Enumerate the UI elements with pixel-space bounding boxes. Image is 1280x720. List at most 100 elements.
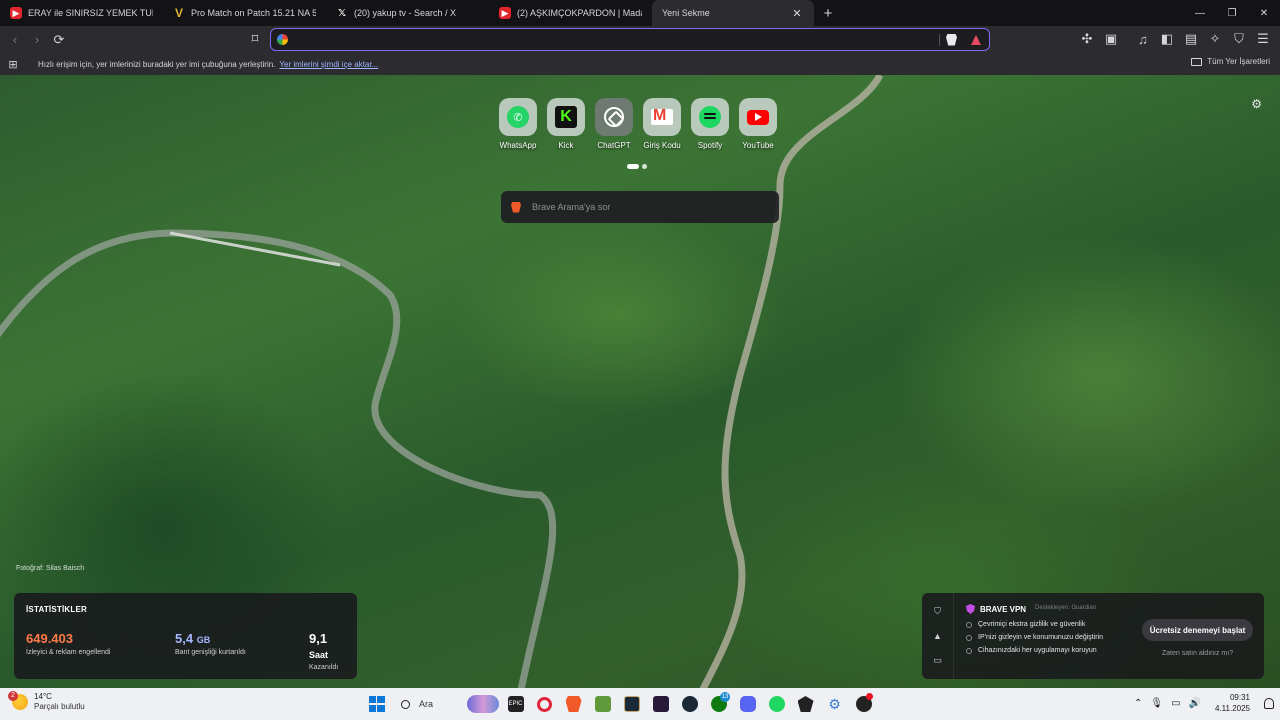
tab-new-tab[interactable]: Yeni Sekme ✕ (652, 0, 814, 26)
tab-pro-match[interactable]: V Pro Match on Patch 15.21 NA 54010 (163, 0, 326, 26)
shortcut-label: ChatGPT (597, 141, 631, 150)
tab-askim[interactable]: ▶ (2) AŞKIMÇOKPARDON | Madara Old (489, 0, 652, 26)
media-icon[interactable]: ♫ (1132, 28, 1154, 50)
microphone-icon[interactable]: 🎙 (1150, 698, 1163, 709)
bookmark-icon[interactable]: ⌑ (244, 28, 266, 50)
search-highlight-icon (467, 695, 499, 713)
stat-time: 9,1 Saat Kazanıldı (309, 631, 348, 671)
vpn-feature-text: Cihazınızdaki her uygulamayı koruyun (978, 647, 1097, 654)
import-bookmarks-link[interactable]: Yer imlerini şimdi içe aktar... (279, 60, 378, 69)
brave-icon[interactable] (561, 692, 586, 716)
address-bar[interactable] (270, 28, 990, 51)
folder-icon (1191, 57, 1203, 66)
menu-icon[interactable]: ☰ (1252, 28, 1274, 50)
brave-logo-icon (511, 201, 521, 213)
discord-icon[interactable] (735, 692, 760, 716)
shortcut-spotify[interactable]: Spotify (691, 98, 729, 150)
tab-title: ERAY ile SINIRSIZ YEMEK TURU! @er (28, 8, 153, 18)
wallet-icon[interactable]: ▤ (1180, 28, 1202, 50)
minecraft-icon[interactable] (590, 692, 615, 716)
weather-widget[interactable]: 2 14°C Parçalı bulutlu (8, 690, 85, 711)
stat-bandwidth-label: Bant genişliği kurtarıldı (175, 649, 246, 656)
taskbar-search-label: Ara (419, 699, 434, 709)
check-icon (966, 647, 972, 654)
address-input[interactable] (296, 33, 933, 46)
brave-rewards-icon[interactable] (971, 34, 981, 45)
vpn-shield-icon[interactable]: ⛉ (934, 606, 941, 617)
obs-icon[interactable] (851, 692, 876, 716)
bookmarks-bar: ⊞ Hızlı erişim için, yer imlerinizi bura… (0, 53, 1280, 75)
shortcut-label: YouTube (742, 141, 774, 150)
restore-icon[interactable]: ❐ (1216, 0, 1248, 26)
new-tab-page: ⚙ ✆ WhatsApp K Kick ChatGPT Giriş Kodu S… (0, 75, 1280, 688)
epic-games-icon[interactable]: EPIC (503, 692, 528, 716)
new-tab-button[interactable]: + (814, 0, 842, 26)
pager-dot-active[interactable] (627, 164, 639, 169)
forward-button[interactable]: › (26, 29, 48, 51)
shortcut-gmail[interactable]: Giriş Kodu (643, 98, 681, 150)
apps-grid-icon[interactable]: ⊞ (0, 58, 26, 71)
whatsapp-icon: ✆ (507, 106, 529, 128)
stat-time-unit: Saat (309, 650, 329, 660)
xbox-icon[interactable]: 13 (706, 692, 731, 716)
brave-shields-icon[interactable] (946, 33, 957, 46)
settings-app-icon[interactable]: ⚙ (822, 692, 847, 716)
tab-eray[interactable]: ▶ ERAY ile SINIRSIZ YEMEK TURU! @er (0, 0, 163, 26)
shortcut-kick[interactable]: K Kick (547, 98, 585, 150)
photo-credit[interactable]: Fotoğraf: Silas Baisch (16, 565, 84, 572)
tab-title: Pro Match on Patch 15.21 NA 54010 (191, 8, 316, 18)
weather-badge: 2 (8, 690, 18, 701)
youtube-icon: ▶ (10, 7, 22, 19)
back-button[interactable]: ‹ (4, 29, 26, 51)
network-icon[interactable]: ▭ (1171, 698, 1180, 709)
toolbar-right: ✣ ▣ ♫ ◧ ▤ ✧ ⛉ ☰ (1076, 28, 1274, 50)
volume-icon[interactable]: 🔊 (1189, 698, 1201, 709)
notification-bell-icon[interactable] (1264, 697, 1274, 709)
vpn-icon[interactable]: ⛉ (1228, 28, 1250, 50)
search-input[interactable] (532, 202, 762, 212)
already-purchased-link[interactable]: Zaten satın aldınız mı? (1142, 650, 1253, 657)
clock[interactable]: 09:31 4.11.2025 (1215, 692, 1250, 714)
recording-dot (866, 693, 873, 700)
riot-icon[interactable] (648, 692, 673, 716)
close-tab-icon[interactable]: ✕ (790, 6, 804, 20)
cards-icon[interactable]: ▭ (933, 655, 942, 666)
taskbar-search[interactable]: Ara (393, 692, 499, 716)
start-button[interactable] (364, 692, 389, 716)
spotify-icon[interactable] (764, 692, 789, 716)
brave-search-box[interactable] (501, 191, 779, 223)
all-bookmarks-button[interactable]: Tüm Yer İşaretleri (1191, 57, 1270, 66)
tab-title: (2) AŞKIMÇOKPARDON | Madara Old (517, 8, 642, 18)
reload-button[interactable]: ⟳ (48, 29, 70, 51)
search-icon (401, 699, 410, 709)
tab-x-search[interactable]: 𝕏 (20) yakup tv - Search / X (326, 0, 489, 26)
pager-dot[interactable] (642, 164, 647, 169)
weather-temp: 14°C (34, 692, 52, 701)
gear-icon[interactable]: ⚙ (1251, 97, 1262, 111)
league-icon[interactable] (619, 692, 644, 716)
minimize-icon[interactable]: — (1184, 0, 1216, 26)
shortcut-chatgpt[interactable]: ChatGPT (595, 98, 633, 150)
youtube-icon (747, 109, 769, 125)
close-window-icon[interactable]: ✕ (1248, 0, 1280, 26)
screenshot-icon[interactable]: ▣ (1100, 28, 1122, 50)
opera-icon[interactable] (532, 692, 557, 716)
tab-title: (20) yakup tv - Search / X (354, 8, 457, 18)
shortcuts-pager (627, 164, 647, 169)
bookmarks-hint: Hızlı erişim için, yer imlerinizi burada… (38, 59, 276, 69)
shortcut-tile (691, 98, 729, 136)
sidebar-icon[interactable]: ◧ (1156, 28, 1178, 50)
start-trial-button[interactable]: Ücretsiz denemeyi başlat (1142, 619, 1253, 641)
extensions-icon[interactable]: ✣ (1076, 28, 1098, 50)
vpn-feature: IP'nizi gizleyin ve konumunuzu değiştiri… (966, 634, 1103, 641)
besiktas-icon[interactable] (793, 692, 818, 716)
rewards-triangle-icon[interactable]: ▲ (933, 631, 942, 641)
chevron-up-icon[interactable]: ⌃ (1134, 698, 1142, 709)
spotify-icon (699, 106, 721, 128)
shortcut-youtube[interactable]: YouTube (739, 98, 777, 150)
shortcut-label: Giriş Kodu (643, 141, 681, 150)
stat-time-label: Kazanıldı (309, 664, 339, 671)
steam-icon[interactable] (677, 692, 702, 716)
leo-ai-icon[interactable]: ✧ (1204, 28, 1226, 50)
shortcut-whatsapp[interactable]: ✆ WhatsApp (499, 98, 537, 150)
